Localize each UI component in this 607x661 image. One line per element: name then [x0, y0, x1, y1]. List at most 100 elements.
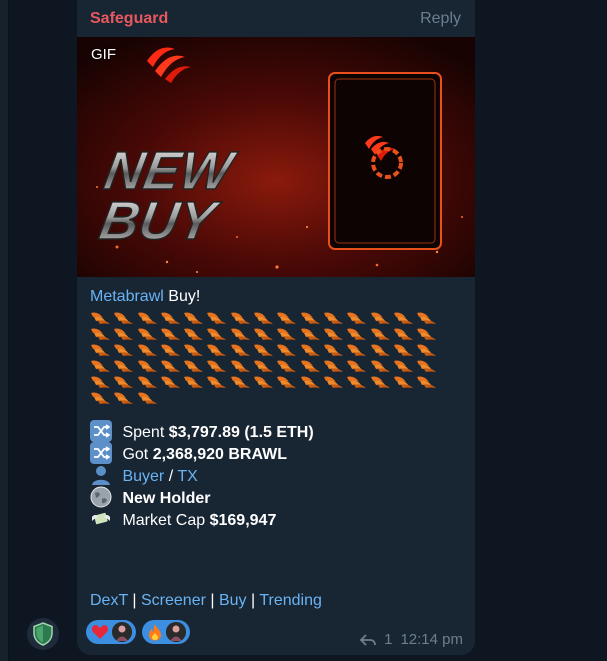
claw-emoji-icon [137, 312, 157, 324]
gif-media[interactable]: NEW BUY GIF [77, 37, 475, 277]
claw-emoji-icon [91, 376, 110, 388]
claw-emoji-icon [254, 376, 274, 388]
chat-list-edge [0, 0, 9, 661]
shuffle-icon [90, 420, 112, 442]
claw-emoji-icon [184, 376, 204, 388]
money-wings-icon [92, 512, 110, 525]
claw-emoji-icon [277, 376, 297, 388]
claw-emoji-icon [417, 344, 437, 356]
claw-emoji-icon [300, 376, 320, 388]
claw-emoji-icon [91, 344, 110, 356]
reactor-avatar [166, 622, 186, 642]
claw-emoji-icon [370, 344, 390, 356]
claw-emoji-icon [347, 376, 367, 388]
claw-emoji-icon [254, 312, 274, 324]
claw-emoji-icon [230, 360, 250, 372]
claw-emoji-icon [300, 344, 320, 356]
claw-emoji-icon [254, 328, 274, 340]
claw-emoji-icon [184, 344, 204, 356]
claw-emoji-icon [347, 312, 367, 324]
claw-emoji-icon [230, 328, 250, 340]
market-cap-label: Market Cap [122, 512, 206, 530]
new-holder-label: New Holder [122, 490, 211, 508]
claw-emoji-icon [114, 328, 134, 340]
claw-emoji-icon [137, 360, 157, 372]
gif-badge: GIF [91, 46, 116, 63]
claw-emoji-icon [114, 376, 134, 388]
sender-avatar[interactable] [27, 618, 59, 650]
trending-link[interactable]: Trending [259, 592, 322, 609]
claw-emoji-icon [230, 344, 250, 356]
link-separator: | [251, 592, 256, 609]
claw-emoji-icon [347, 328, 367, 340]
claw-emoji-icon [370, 328, 390, 340]
claw-emoji-icon [277, 328, 297, 340]
tx-link[interactable]: TX [177, 468, 197, 485]
claw-emoji-icon [393, 344, 413, 356]
claw-emoji-icon [300, 328, 320, 340]
claw-emoji-icon [91, 328, 110, 340]
claw-emoji-icon [91, 312, 110, 324]
reply-button[interactable]: Reply [420, 10, 461, 28]
claw-emoji-icon [393, 360, 413, 372]
claw-emoji-icon [160, 344, 180, 356]
buy-title: Metabrawl Buy! [90, 286, 462, 308]
claw-emoji-icon [184, 328, 204, 340]
claw-emoji-icon [114, 360, 134, 372]
screener-link[interactable]: Screener [141, 592, 206, 609]
shield-icon [33, 622, 53, 646]
token-link[interactable]: Metabrawl [90, 288, 164, 305]
svg-text:BUY: BUY [95, 190, 224, 251]
claw-emoji-icon [370, 376, 390, 388]
claw-emoji-icon [184, 312, 204, 324]
reply-arrow-icon [360, 633, 377, 646]
message-meta: 1 12:14 pm [360, 631, 463, 648]
reply-count[interactable]: 1 [384, 631, 392, 648]
globe-icon [90, 486, 112, 508]
spent-value: $3,797.89 (1.5 ETH) [168, 424, 314, 442]
reactor-avatar [112, 622, 132, 642]
claw-emoji-icon [417, 328, 437, 340]
phone-frame [328, 72, 442, 250]
fire-reaction[interactable] [142, 620, 190, 644]
claw-emoji-icon [393, 376, 413, 388]
claw-emoji-icon [417, 376, 437, 388]
claw-emoji-icon [323, 376, 343, 388]
claw-emoji-icon [230, 376, 250, 388]
got-row: Got 2,368,920 BRAWL [90, 442, 462, 466]
action-links: DexT | Screener | Buy | Trending [90, 592, 322, 610]
claw-emoji-icon [91, 392, 110, 404]
link-separator: | [132, 592, 137, 609]
claw-emoji-icon [417, 360, 437, 372]
message-bubble[interactable]: Safeguard Reply NEW BUY GIF Metabrawl Bu… [77, 0, 475, 655]
buyer-link[interactable]: Buyer [122, 468, 164, 485]
spent-label: Spent [122, 424, 165, 442]
claw-emoji-icon [417, 312, 437, 324]
claw-emoji-icon [323, 344, 343, 356]
spent-row: Spent $3,797.89 (1.5 ETH) [90, 420, 462, 444]
claw-emoji-icon [393, 328, 413, 340]
message-text: Metabrawl Buy! Spent $3,797.89 (1.5 ETH)… [90, 286, 462, 532]
reactions-bar [86, 620, 190, 644]
claw-emoji-icon [91, 360, 110, 372]
market-cap-row: Market Cap $169,947 [90, 510, 462, 532]
claw-emoji-icon [160, 328, 180, 340]
sender-name[interactable]: Safeguard [90, 10, 168, 28]
user-silhouette-icon [92, 466, 110, 485]
fire-icon [149, 624, 161, 641]
holder-row: New Holder [90, 486, 462, 510]
claw-emoji-icon [137, 392, 157, 404]
claw-emoji-icon [137, 344, 157, 356]
buy-label: Buy! [168, 288, 201, 305]
claw-emoji-icon [277, 344, 297, 356]
claw-emoji-icon [137, 328, 157, 340]
heart-reaction[interactable] [86, 620, 136, 644]
claw-emoji-icon [370, 360, 390, 372]
claw-emoji-icon [114, 392, 134, 404]
claw-emoji-icon [323, 360, 343, 372]
dext-link[interactable]: DexT [90, 592, 128, 609]
message-time: 12:14 pm [400, 631, 463, 648]
claw-emoji-icon [393, 312, 413, 324]
gif-artwork: NEW BUY [77, 37, 475, 277]
buy-link[interactable]: Buy [219, 592, 247, 609]
